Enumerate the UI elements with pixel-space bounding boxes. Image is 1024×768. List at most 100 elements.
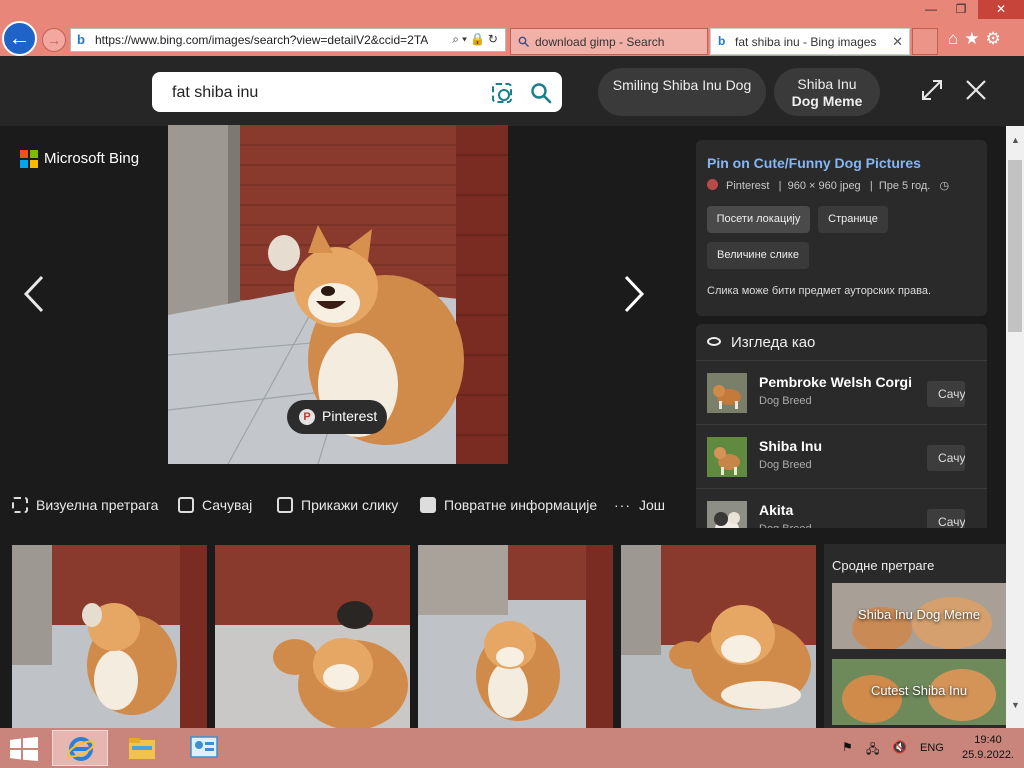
control-panel-icon [190,736,218,758]
thumbnail-image[interactable] [621,545,816,728]
favorites-icon[interactable]: ★ [964,29,985,48]
related-label: Shiba Inu Dog Meme [857,607,981,622]
next-image-arrow-icon[interactable] [618,274,648,314]
breed-item-shiba[interactable]: Shiba Inu Dog Breed Сачу [696,424,987,488]
taskbar-control-panel[interactable] [176,730,232,766]
action-label: Повратне информације [444,497,598,513]
meta-separator: | [863,180,879,192]
back-button[interactable]: ← [2,21,37,56]
more-icon: ··· [614,497,631,513]
close-icon[interactable] [964,78,988,102]
source-label: Pinterest [322,408,378,424]
image-action-row: Визуелна претрага Сачувај Прикажи слику … [12,497,692,517]
breed-name: Pembroke Welsh Corgi [759,374,913,390]
window-close-button[interactable]: ✕ [978,0,1024,19]
copyright-note: Слика може бити предмет ауторских права. [707,285,932,297]
search-box[interactable]: fat shiba inu [152,72,562,112]
address-actions[interactable]: ⌕▾🔒↻ [452,32,501,47]
related-label: Cutest Shiba Inu [870,683,968,698]
maximize-button[interactable]: ❐ [946,0,976,19]
add-collection-icon [178,497,194,513]
scroll-up-icon[interactable]: ▲ [1011,135,1020,145]
related-search-item[interactable]: Cutest Shiba Inu [832,659,1006,725]
clock[interactable]: 19:40 25.9.2022. [958,733,1018,763]
search-icon [518,36,529,47]
page-scrollbar[interactable]: ▲ ▼ [1006,126,1024,728]
save-breed-button[interactable]: Сачу [927,509,965,528]
feedback-button[interactable]: Повратне информације [420,497,597,513]
taskbar-internet-explorer[interactable] [52,730,108,766]
source-chip[interactable]: P Pinterest [287,400,387,434]
bing-favicon: b [77,32,85,47]
related-search-item[interactable]: Shiba Inu Dog Meme [832,583,1006,649]
forward-button[interactable]: → [42,28,66,52]
thumbnail-image[interactable] [215,545,410,728]
meta-age: Пре 5 год. [878,180,931,192]
image-viewer: fat shiba inu Smiling Shiba Inu Dog Shib… [0,56,1024,728]
breed-type: Dog Breed [759,459,812,471]
expand-icon[interactable] [920,78,944,102]
breed-thumbnail [707,373,747,413]
browser-chrome: — ❐ ✕ ← → b https://www.bing.com/images/… [0,0,1024,56]
previous-image-arrow-icon[interactable] [20,274,50,314]
language-indicator[interactable]: ENG [920,742,944,754]
taskbar-file-explorer[interactable] [114,730,170,766]
breed-type: Dog Breed [759,523,812,528]
tab-fat-shiba-inu[interactable]: b fat shiba inu - Bing images ✕ [710,28,910,55]
minimize-button[interactable]: — [916,0,946,19]
tab-download-gimp[interactable]: download gimp - Search [510,28,708,55]
suggestion-shiba-meme[interactable]: Shiba Inu Dog Meme [774,68,880,116]
view-image-button[interactable]: Прикажи слику [277,497,398,513]
scroll-thumb[interactable] [1008,160,1022,332]
breed-name: Shiba Inu [759,438,822,454]
meta-site[interactable]: Pinterest [726,180,769,192]
breed-type: Dog Breed [759,395,812,407]
brand-name: Microsoft Bing [44,150,140,167]
action-label: Сачувај [202,497,253,513]
save-breed-button[interactable]: Сачу [927,381,965,407]
save-breed-button[interactable]: Сачу [927,445,965,471]
scroll-down-icon[interactable]: ▼ [1011,700,1020,710]
suggestion-smiling-shiba[interactable]: Smiling Shiba Inu Dog [598,68,766,116]
image-title-link[interactable]: Pin on Cute/Funny Dog Pictures [707,155,921,171]
related-image-strip: Сродне претраге Shiba Inu Dog Meme Cutes… [0,544,1006,728]
title-bar: — ❐ ✕ [0,0,1024,20]
breed-thumbnail [707,437,747,477]
breed-name: Akita [759,502,794,518]
folder-icon [129,738,155,759]
search-icon[interactable] [530,82,552,104]
action-label: Још [639,497,666,513]
gear-icon[interactable]: ⚙ [986,29,1007,48]
home-icon[interactable]: ⌂ [948,29,964,48]
pages-button[interactable]: Странице [818,206,888,233]
breed-thumbnail [707,501,747,528]
breed-item-akita[interactable]: Akita Dog Breed Сачу [696,488,987,528]
suggestion-label-line1: Shiba Inu [797,76,857,92]
search-input[interactable]: fat shiba inu [172,84,258,102]
visual-search-icon [12,497,28,513]
network-icon[interactable]: 🖧 [866,740,879,761]
thumbnail-image[interactable] [12,545,207,728]
thumbnail-image[interactable] [418,545,613,728]
image-meta: Pinterest | 960 × 960 jpeg | Пре 5 год. … [707,179,949,192]
address-bar[interactable]: b https://www.bing.com/images/search?vie… [70,28,506,52]
windows-start-icon[interactable] [10,737,38,761]
visual-search-icon[interactable] [492,83,512,103]
viewer-top-bar: fat shiba inu Smiling Shiba Inu Dog Shib… [0,56,1024,126]
image-info-card: Pin on Cute/Funny Dog Pictures Pinterest… [696,140,987,316]
history-icon: ◷ [933,180,950,192]
tab-close-icon[interactable]: ✕ [892,34,903,50]
new-tab-button[interactable] [912,28,938,55]
visit-site-button[interactable]: Посети локацију [707,206,810,233]
related-searches-panel: Сродне претраге Shiba Inu Dog Meme Cutes… [824,544,1006,728]
more-button[interactable]: ··· Још [614,497,665,513]
volume-muted-icon[interactable]: 🔇 [892,740,907,754]
action-center-flag-icon[interactable]: ⚑ [842,740,853,754]
address-text[interactable]: https://www.bing.com/images/search?view=… [95,33,435,47]
breed-item-corgi[interactable]: Pembroke Welsh Corgi Dog Breed Сачу [696,360,987,424]
visual-search-button[interactable]: Визуелна претрага [12,497,158,513]
internet-explorer-icon [67,737,95,761]
image-sizes-button[interactable]: Величине слике [707,242,809,269]
save-button[interactable]: Сачувај [178,497,252,513]
pinterest-icon [707,179,718,190]
